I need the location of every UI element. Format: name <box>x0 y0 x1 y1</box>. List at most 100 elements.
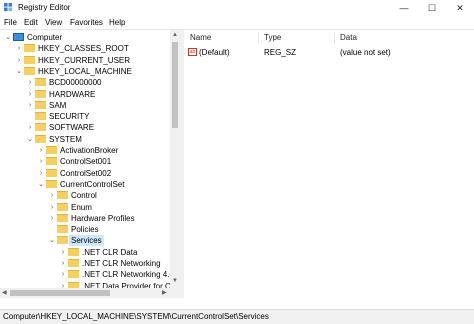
collapsed-chevron-icon[interactable]: › <box>26 77 34 88</box>
menu-help[interactable]: Help <box>109 18 125 27</box>
tree-node[interactable]: › Enum <box>0 202 170 213</box>
folder-icon <box>57 225 68 234</box>
tree-node-label[interactable]: HKEY_CLASSES_ROOT <box>36 43 131 54</box>
tree-node[interactable]: › ControlSet002 <box>0 168 170 179</box>
folder-icon <box>35 134 46 143</box>
scroll-thumb[interactable] <box>172 42 178 128</box>
collapsed-chevron-icon[interactable]: › <box>15 55 23 66</box>
expanded-chevron-icon[interactable]: ⌄ <box>37 179 45 190</box>
folder-icon <box>46 179 57 188</box>
expanded-chevron-icon[interactable]: ⌄ <box>26 134 34 145</box>
tree-node[interactable]: › ActivationBroker <box>0 145 170 156</box>
tree-vertical-scrollbar[interactable]: ▲ ▼ <box>170 30 180 298</box>
scroll-thumb-horizontal[interactable] <box>10 290 110 296</box>
value-row[interactable]: ab (Default) REG_SZ (value not set) <box>184 47 474 59</box>
tree-node-label[interactable]: ActivationBroker <box>58 145 120 156</box>
tree-node-label[interactable]: SOFTWARE <box>47 122 96 133</box>
tree-node-label[interactable]: SYSTEM <box>47 134 84 145</box>
scroll-right-icon[interactable]: ▶ <box>162 289 167 296</box>
folder-icon <box>24 55 35 64</box>
tree-node[interactable]: › ControlSet001 <box>0 156 170 167</box>
collapsed-chevron-icon[interactable]: › <box>48 190 56 201</box>
tree-node[interactable]: › SAM <box>0 100 170 111</box>
tree-node-label[interactable]: ControlSet001 <box>58 156 113 167</box>
collapsed-chevron-icon[interactable]: › <box>37 145 45 156</box>
menu-edit[interactable]: Edit <box>24 18 38 27</box>
tree-node-label[interactable]: Policies <box>69 224 101 235</box>
tree-node-label[interactable]: Services <box>69 235 104 247</box>
collapsed-chevron-icon[interactable]: › <box>48 202 56 213</box>
collapsed-chevron-icon[interactable]: › <box>59 247 67 258</box>
folder-icon <box>24 44 35 53</box>
values-list[interactable]: Name Type Data ab (Default) REG_SZ (valu… <box>184 30 474 298</box>
column-header-data[interactable]: Data <box>340 33 357 42</box>
collapsed-chevron-icon[interactable]: › <box>26 122 34 133</box>
maximize-button[interactable]: ☐ <box>418 0 446 16</box>
minimize-button[interactable]: — <box>390 0 418 16</box>
registry-tree[interactable]: ⌄ Computer › HKEY_CLASSES_ROOT › HKEY_CURRENT… <box>0 30 180 298</box>
tree-node-label[interactable]: CurrentControlSet <box>58 179 126 190</box>
scroll-down-icon[interactable]: ▼ <box>172 278 178 284</box>
tree-node[interactable]: › HKEY_CURRENT_USER <box>0 55 170 66</box>
tree-node[interactable]: › HARDWARE <box>0 89 170 100</box>
collapsed-chevron-icon[interactable]: › <box>37 156 45 167</box>
tree-node[interactable]: ⌄ Computer <box>0 32 170 43</box>
tree-node-label[interactable]: SECURITY <box>47 111 91 122</box>
collapsed-chevron-icon[interactable]: › <box>59 269 67 280</box>
tree-node[interactable]: › Hardware Profiles <box>0 213 170 224</box>
tree-node-label[interactable]: Computer <box>25 32 64 43</box>
status-bar: Computer\HKEY_LOCAL_MACHINE\SYSTEM\Curre… <box>0 309 474 324</box>
tree-node[interactable]: › .NET CLR Data <box>0 247 170 258</box>
tree-node-label[interactable]: HARDWARE <box>47 89 97 100</box>
tree-node[interactable]: › SOFTWARE <box>0 122 170 133</box>
tree-node-label[interactable]: Hardware Profiles <box>69 213 137 224</box>
collapsed-chevron-icon[interactable]: › <box>26 100 34 111</box>
collapsed-chevron-icon[interactable]: › <box>15 43 23 54</box>
tree-node-label[interactable]: HKEY_LOCAL_MACHINE <box>36 66 134 77</box>
tree-node[interactable]: ⌄ HKEY_LOCAL_MACHINE <box>0 66 170 77</box>
expanded-chevron-icon[interactable]: ⌄ <box>4 32 12 43</box>
collapsed-chevron-icon[interactable]: › <box>59 258 67 269</box>
tree-node[interactable]: › .NET CLR Networking <box>0 258 170 269</box>
column-header-name[interactable]: Name <box>190 33 211 42</box>
tree-node-label[interactable]: .NET CLR Networking 4.0 <box>80 269 176 280</box>
column-separator[interactable] <box>334 32 335 44</box>
tree-node-label[interactable]: .NET CLR Data <box>80 247 139 258</box>
tree-node[interactable]: ⌄ CurrentControlSet <box>0 179 170 190</box>
tree-node[interactable]: › HKEY_CLASSES_ROOT <box>0 43 170 54</box>
tree-node-label[interactable]: HKEY_CURRENT_USER <box>36 55 132 66</box>
tree-node[interactable]: SECURITY <box>0 111 170 122</box>
tree-node-label[interactable]: SAM <box>47 100 68 111</box>
tree-node[interactable]: › .NET CLR Networking 4.0 <box>0 269 174 280</box>
tree-node[interactable]: › BCD00000000 <box>0 77 170 88</box>
scroll-left-icon[interactable]: ◀ <box>2 289 7 296</box>
tree-node-label[interactable]: ControlSet002 <box>58 168 113 179</box>
expanded-chevron-icon[interactable]: ⌄ <box>48 235 56 246</box>
tree-node[interactable]: ⌄ Services <box>0 235 170 247</box>
tree-node[interactable]: ⌄ SYSTEM <box>0 134 170 145</box>
tree-node[interactable]: Policies <box>0 224 170 235</box>
folder-icon <box>46 168 57 177</box>
column-header-type[interactable]: Type <box>264 33 281 42</box>
collapsed-chevron-icon <box>26 111 34 122</box>
tree-node-label[interactable]: .NET CLR Networking <box>80 258 163 269</box>
collapsed-chevron-icon[interactable]: › <box>37 168 45 179</box>
folder-icon <box>68 259 79 267</box>
tree-node-label[interactable]: BCD00000000 <box>47 77 103 88</box>
tree-node[interactable]: › Control <box>0 190 170 201</box>
menu-view[interactable]: View <box>45 18 62 27</box>
column-separator[interactable] <box>258 32 259 44</box>
scroll-up-icon[interactable]: ▲ <box>172 32 178 38</box>
folder-icon <box>35 123 46 132</box>
menu-file[interactable]: File <box>4 18 17 27</box>
tree-horizontal-scrollbar[interactable]: ◀ ▶ <box>0 288 170 298</box>
expanded-chevron-icon[interactable]: ⌄ <box>15 66 23 77</box>
title-bar: Registry Editor — ☐ ✕ <box>0 0 474 16</box>
tree-node-label[interactable]: Enum <box>69 202 94 213</box>
close-button[interactable]: ✕ <box>446 0 474 16</box>
menu-favorites[interactable]: Favorites <box>70 18 103 27</box>
collapsed-chevron-icon[interactable]: › <box>26 89 34 100</box>
tree-node-label[interactable]: Control <box>69 190 99 201</box>
folder-icon <box>57 213 68 222</box>
collapsed-chevron-icon[interactable]: › <box>48 213 56 224</box>
